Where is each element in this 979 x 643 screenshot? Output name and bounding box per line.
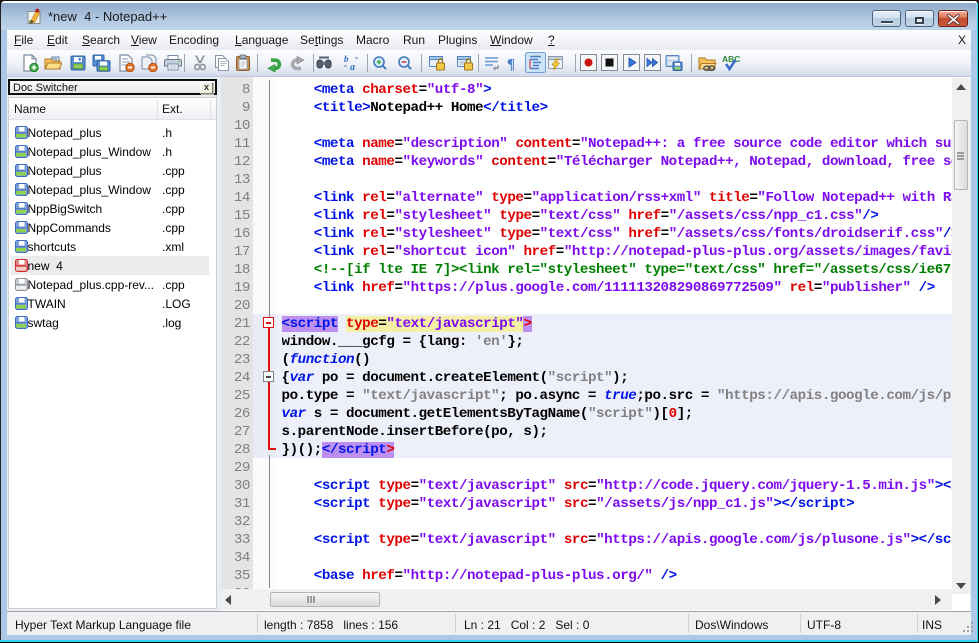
svg-text:ABC: ABC [722,54,740,64]
svg-text:a: a [350,62,355,72]
svg-text:b: b [344,54,349,64]
svg-text:¶: ¶ [507,57,515,73]
